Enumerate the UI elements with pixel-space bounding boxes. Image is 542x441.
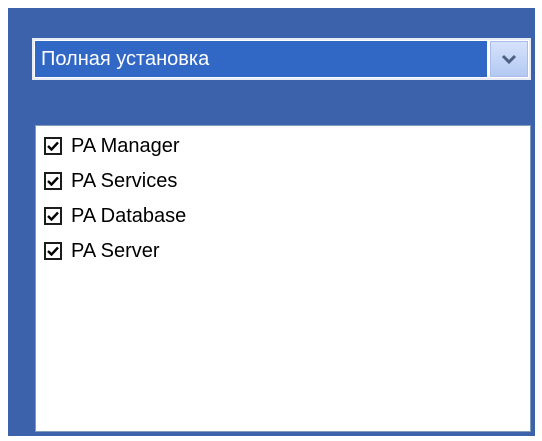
checkbox-pa-server[interactable] [44,242,62,260]
install-type-selected-value[interactable]: Полная установка [35,41,487,77]
checkmark-icon [47,211,59,221]
chevron-down-icon [501,53,517,65]
component-item-pa-database[interactable]: PA Database [44,200,186,232]
components-list[interactable]: PA Manager PA Services PA Database PA Se… [35,125,531,432]
component-label: PA Database [71,204,187,227]
installer-panel: Полная установка PA Manager PA Services … [8,8,535,436]
checkbox-pa-manager[interactable] [44,137,62,155]
component-label: PA Manager [71,134,180,157]
component-item-pa-services[interactable]: PA Services [44,165,177,197]
checkbox-pa-database[interactable] [44,207,62,225]
checkmark-icon [47,176,59,186]
checkmark-icon [47,141,59,151]
dropdown-button[interactable] [490,41,528,77]
checkmark-icon [47,246,59,256]
install-type-dropdown[interactable]: Полная установка [32,38,531,80]
component-label: PA Server [71,239,160,262]
component-item-pa-server[interactable]: PA Server [44,235,160,267]
component-item-pa-manager[interactable]: PA Manager [44,130,180,162]
checkbox-pa-services[interactable] [44,172,62,190]
component-label: PA Services [71,169,178,192]
